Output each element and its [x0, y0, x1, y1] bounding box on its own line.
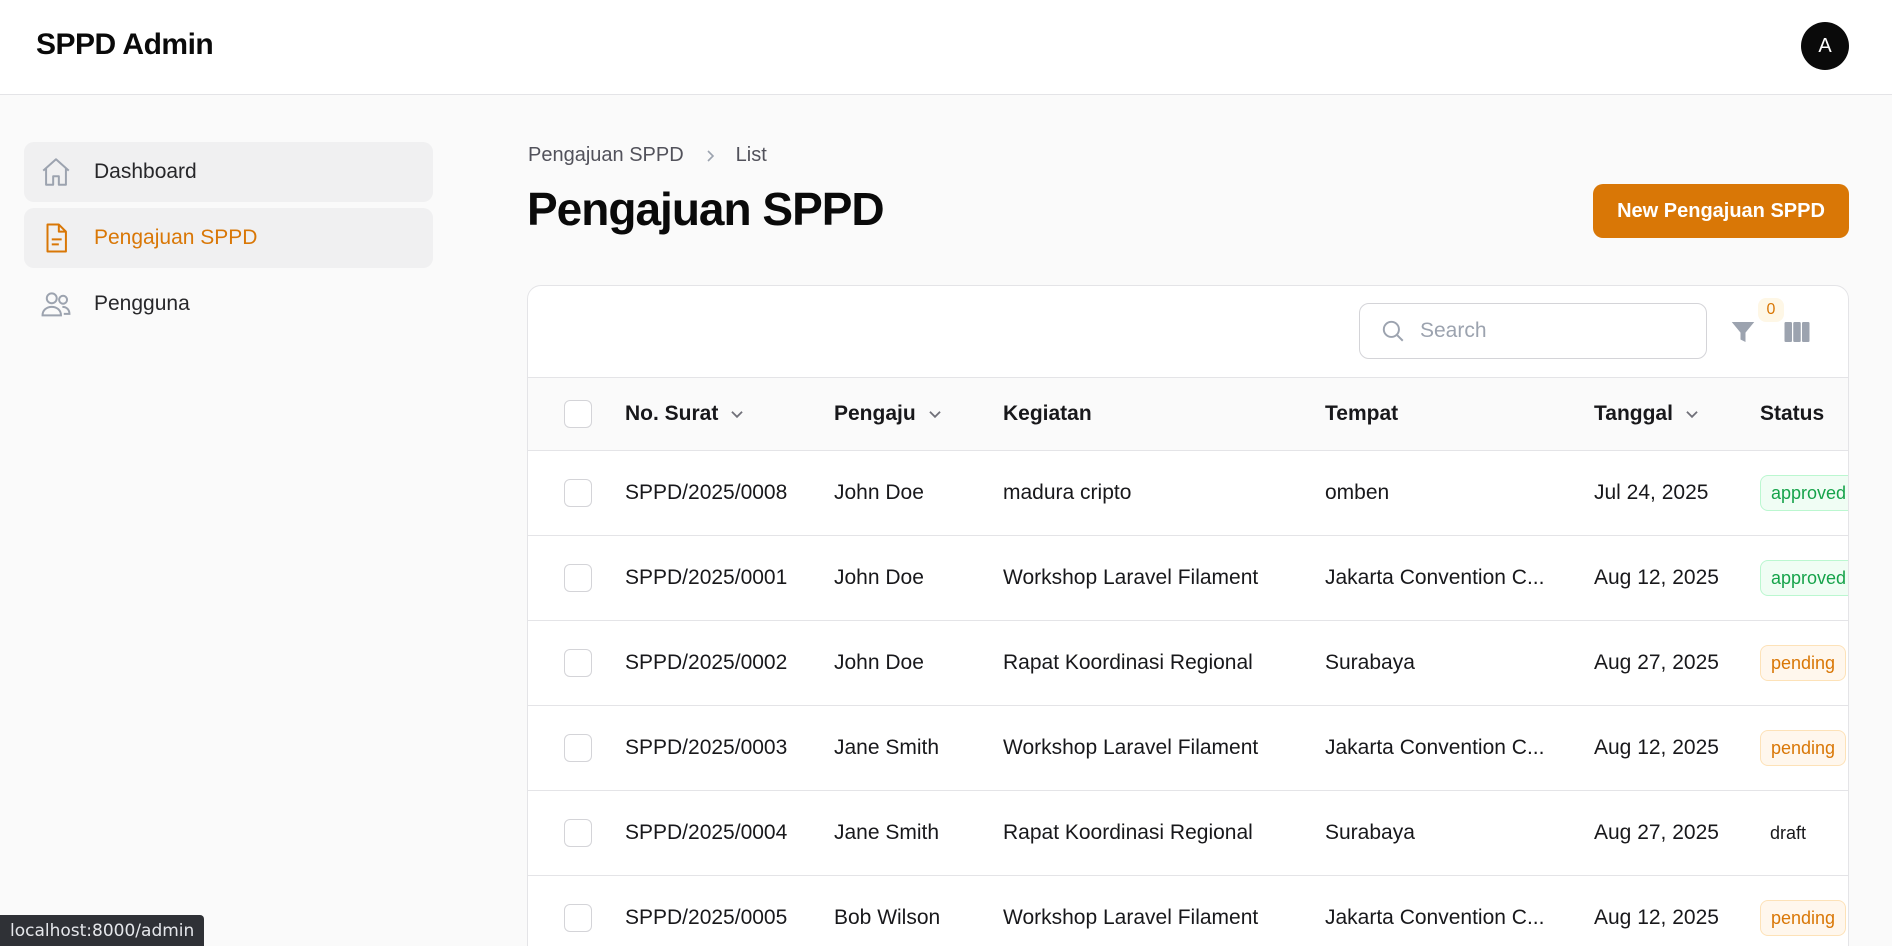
table-row[interactable]: SPPD/2025/0004 Jane Smith Rapat Koordinasi…	[528, 791, 1848, 876]
cell-kegiatan: Workshop Laravel Filament	[1003, 736, 1259, 759]
breadcrumb: Pengajuan SPPD List	[528, 144, 767, 167]
sidebar-item-label: Pengajuan SPPD	[94, 226, 258, 249]
table-row[interactable]: SPPD/2025/0008 John Doe madura cripto omben…	[528, 451, 1848, 536]
document-icon	[38, 220, 74, 256]
home-icon	[38, 154, 74, 190]
status-badge: approved	[1760, 560, 1848, 596]
cell-tanggal: Aug 12, 2025	[1594, 906, 1719, 929]
breadcrumb-current: List	[735, 144, 767, 166]
select-all-checkbox[interactable]	[564, 400, 592, 428]
cell-pengaju: Bob Wilson	[834, 906, 941, 929]
table-row[interactable]: SPPD/2025/0002 John Doe Rapat Koordinasi R…	[528, 621, 1848, 706]
status-badge: pending	[1760, 900, 1847, 936]
row-checkbox[interactable]	[564, 734, 592, 762]
cell-tempat: Jakarta Convention C...	[1325, 566, 1545, 589]
chevron-down-icon	[728, 405, 746, 423]
top-bar: SPPD Admin A	[0, 0, 1892, 95]
status-badge: approved	[1760, 475, 1848, 511]
column-label: Tanggal	[1594, 402, 1673, 425]
user-avatar[interactable]: A	[1801, 22, 1849, 70]
table-card: 0 No. Surat Pengaju Kegiatan Tempat Tang…	[527, 285, 1849, 946]
cell-kegiatan: Rapat Koordinasi Regional	[1003, 821, 1253, 844]
cell-kegiatan: madura cripto	[1003, 481, 1132, 504]
row-checkbox[interactable]	[564, 904, 592, 932]
row-checkbox[interactable]	[564, 479, 592, 507]
column-header-kegiatan: Kegiatan	[1003, 378, 1092, 450]
column-header-tanggal[interactable]: Tanggal	[1594, 378, 1701, 450]
sidebar-item-pengajuan-sppd[interactable]: Pengajuan SPPD	[24, 208, 433, 268]
search-icon	[1380, 318, 1406, 344]
column-label: No. Surat	[625, 402, 719, 425]
cell-tempat: Jakarta Convention C...	[1325, 906, 1545, 929]
status-badge: pending	[1760, 730, 1847, 766]
chevron-down-icon	[1683, 405, 1701, 423]
cell-tempat: Jakarta Convention C...	[1325, 736, 1545, 759]
cell-tanggal: Aug 27, 2025	[1594, 651, 1719, 674]
cell-kegiatan: Workshop Laravel Filament	[1003, 906, 1259, 929]
sidebar-item-dashboard[interactable]: Dashboard	[24, 142, 433, 202]
cell-no-surat: SPPD/2025/0001	[625, 566, 788, 589]
column-header-status: Status	[1760, 378, 1824, 450]
cell-pengaju: Jane Smith	[834, 821, 940, 844]
row-checkbox[interactable]	[564, 649, 592, 677]
search-box	[1359, 303, 1707, 359]
column-header-pengaju[interactable]: Pengaju	[834, 378, 944, 450]
cell-no-surat: SPPD/2025/0003	[625, 736, 788, 759]
column-label: Tempat	[1325, 402, 1399, 425]
cell-tanggal: Aug 12, 2025	[1594, 736, 1719, 759]
row-checkbox[interactable]	[564, 819, 592, 847]
cell-kegiatan: Workshop Laravel Filament	[1003, 566, 1259, 589]
sidebar-item-label: Pengguna	[94, 292, 190, 315]
cell-no-surat: SPPD/2025/0005	[625, 906, 788, 929]
table-row[interactable]: SPPD/2025/0003 Jane Smith Workshop Laravel…	[528, 706, 1848, 791]
cell-no-surat: SPPD/2025/0004	[625, 821, 788, 844]
page-title: Pengajuan SPPD	[527, 183, 885, 235]
column-header-tempat: Tempat	[1325, 378, 1398, 450]
cell-tanggal: Aug 27, 2025	[1594, 821, 1719, 844]
users-icon	[38, 286, 74, 322]
column-label: Pengaju	[834, 402, 916, 425]
chevron-right-icon	[702, 148, 718, 164]
app-brand[interactable]: SPPD Admin	[36, 28, 214, 62]
new-pengajuan-button[interactable]: New Pengajuan SPPD	[1593, 184, 1849, 238]
row-checkbox[interactable]	[564, 564, 592, 592]
filter-icon[interactable]	[1728, 317, 1758, 347]
cell-tempat: Surabaya	[1325, 651, 1415, 674]
status-bar-url: localhost:8000/admin	[0, 915, 205, 946]
cell-pengaju: John Doe	[834, 651, 924, 674]
cell-tanggal: Jul 24, 2025	[1594, 481, 1709, 504]
sidebar-item-label: Dashboard	[94, 160, 197, 183]
cell-pengaju: Jane Smith	[834, 736, 940, 759]
filter-count-badge: 0	[1758, 298, 1784, 322]
cell-no-surat: SPPD/2025/0008	[625, 481, 788, 504]
cell-tempat: omben	[1325, 481, 1390, 504]
cell-tanggal: Aug 12, 2025	[1594, 566, 1719, 589]
table-row[interactable]: SPPD/2025/0005 Bob Wilson Workshop Laravel…	[528, 876, 1848, 946]
table-row[interactable]: SPPD/2025/0001 John Doe Workshop Laravel F…	[528, 536, 1848, 621]
column-label: Status	[1760, 402, 1825, 425]
cell-tempat: Surabaya	[1325, 821, 1415, 844]
sidebar-item-pengguna[interactable]: Pengguna	[24, 274, 433, 334]
columns-icon[interactable]	[1782, 317, 1812, 347]
cell-no-surat: SPPD/2025/0002	[625, 651, 788, 674]
cell-pengaju: John Doe	[834, 481, 924, 504]
chevron-down-icon	[926, 405, 944, 423]
column-label: Kegiatan	[1003, 402, 1092, 425]
status-badge: draft	[1770, 822, 1807, 843]
column-header-no-surat[interactable]: No. Surat	[625, 378, 746, 450]
status-badge: pending	[1760, 645, 1847, 681]
cell-kegiatan: Rapat Koordinasi Regional	[1003, 651, 1253, 674]
search-input[interactable]	[1420, 319, 1690, 343]
cell-pengaju: John Doe	[834, 566, 924, 589]
breadcrumb-parent[interactable]: Pengajuan SPPD	[528, 144, 684, 167]
table-header: No. Surat Pengaju Kegiatan Tempat Tangga…	[528, 377, 1848, 451]
sidebar: Dashboard Pengajuan SPPD Pengguna	[24, 142, 433, 340]
